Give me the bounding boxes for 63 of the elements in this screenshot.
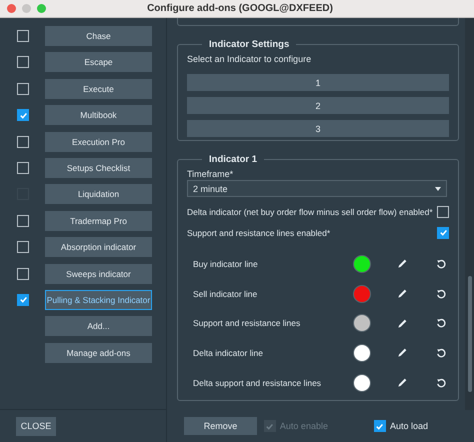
group-legend: Indicator 1 — [202, 154, 264, 165]
pencil-icon[interactable] — [397, 318, 408, 329]
addon-button[interactable]: Absorption indicator — [45, 237, 152, 258]
checkbox[interactable] — [437, 206, 449, 218]
color-label: Delta indicator line — [193, 348, 264, 358]
option-label: Auto load — [390, 421, 428, 431]
color-swatch[interactable] — [353, 344, 371, 362]
addon-button[interactable]: Setups Checklist — [45, 158, 152, 178]
scrollbar[interactable] — [465, 18, 474, 410]
color-swatch[interactable] — [353, 374, 371, 392]
addon-button[interactable]: Tradermap Pro — [45, 210, 152, 231]
checkbox[interactable] — [17, 294, 29, 306]
option-label: Auto enable — [280, 421, 328, 431]
addon-button[interactable]: Chase — [45, 26, 152, 46]
prompt-text: Select an Indicator to configure — [187, 54, 312, 64]
close-window-icon[interactable] — [7, 4, 16, 13]
color-swatch[interactable] — [353, 254, 371, 273]
pencil-icon[interactable] — [397, 377, 408, 388]
checkbox[interactable] — [17, 214, 29, 227]
pencil-icon[interactable] — [397, 288, 408, 300]
checkbox[interactable] — [437, 226, 449, 238]
group-legend: Indicator Settings — [202, 39, 296, 50]
action-button[interactable]: Add... — [45, 316, 152, 336]
field-label: Timeframe* — [187, 169, 234, 179]
addon-button[interactable]: Execution Pro — [45, 132, 152, 152]
color-label: Sell indicator line — [193, 288, 258, 299]
action-button[interactable]: Manage add-ons — [45, 342, 152, 363]
close-button[interactable]: CLOSE — [16, 416, 56, 436]
addon-button[interactable]: Execute — [45, 78, 152, 99]
reset-icon[interactable] — [436, 348, 446, 358]
dropdown-caret-icon — [435, 186, 441, 190]
reset-icon[interactable] — [436, 378, 446, 388]
checkbox[interactable] — [17, 162, 29, 174]
toggle-label: Delta indicator (net buy order flow minus sell order flow) enabled* — [187, 206, 433, 216]
checkbox[interactable] — [17, 241, 29, 254]
addon-button[interactable]: Multibook — [45, 105, 152, 126]
checkbox[interactable] — [17, 109, 29, 122]
color-label: Delta support and resistance lines — [193, 378, 322, 388]
color-swatch[interactable] — [353, 314, 371, 332]
indicator-button[interactable]: 2 — [187, 97, 449, 114]
checkbox[interactable] — [17, 30, 29, 42]
toggle-label: Support and resistance lines enabled* — [187, 228, 330, 238]
addon-button[interactable]: Pulling & Stacking Indicator — [45, 290, 152, 310]
window-title: Configure add-ons (GOOGL@DXFEED) — [146, 3, 334, 14]
pencil-icon[interactable] — [397, 347, 408, 358]
indicator-button[interactable]: 3 — [187, 120, 449, 137]
reset-icon[interactable] — [436, 258, 446, 269]
checkbox[interactable] — [17, 56, 29, 68]
reset-icon[interactable] — [436, 288, 446, 299]
timeframe-dropdown[interactable]: 2 minute — [187, 180, 447, 197]
color-swatch[interactable] — [353, 284, 371, 303]
checkbox[interactable] — [17, 82, 29, 95]
checkbox[interactable] — [374, 420, 386, 432]
addon-button[interactable]: Escape — [45, 52, 152, 72]
remove-button[interactable]: Remove — [184, 417, 257, 435]
indicator-button[interactable]: 1 — [187, 74, 449, 91]
checkbox[interactable] — [17, 136, 29, 148]
pencil-icon[interactable] — [397, 258, 408, 270]
checkbox[interactable] — [17, 268, 29, 280]
color-label: Support and resistance lines — [193, 318, 302, 328]
color-label: Buy indicator line — [193, 258, 259, 269]
reset-icon[interactable] — [436, 318, 446, 328]
addon-button[interactable]: Sweeps indicator — [45, 264, 152, 284]
